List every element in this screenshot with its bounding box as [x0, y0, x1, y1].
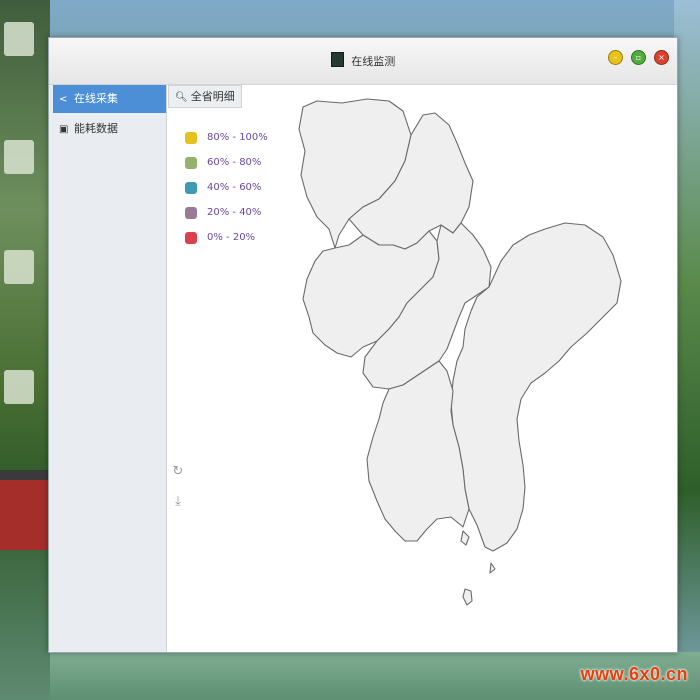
- legend-label: 40% - 60%: [207, 182, 262, 193]
- map-island: [460, 530, 470, 546]
- sidebar-item-energy-data[interactable]: ▣ 能耗数据: [53, 115, 166, 143]
- sidebar-item-label: 能耗数据: [74, 122, 118, 135]
- legend-label: 20% - 40%: [207, 207, 262, 218]
- title-bar[interactable]: 在线监测 – ▫ ×: [49, 38, 677, 85]
- maximize-button[interactable]: ▫: [630, 50, 646, 65]
- share-icon: <: [59, 94, 68, 105]
- watermark: www.6x0.cn: [580, 664, 688, 684]
- legend-swatch: [185, 232, 197, 244]
- map-island: [462, 588, 473, 606]
- legend-swatch: [185, 132, 197, 144]
- desktop-left-strip: [0, 0, 50, 700]
- legend-item[interactable]: 20% - 40%: [185, 207, 268, 232]
- main-panel: 🔍︎ 全省明细 80% - 100% 60% - 80% 40% - 60% 2…: [167, 85, 677, 652]
- sidebar-item-online-collection[interactable]: < 在线采集: [53, 85, 166, 113]
- sidebar: < 在线采集 ▣ 能耗数据: [49, 85, 167, 652]
- desktop-icon[interactable]: [4, 140, 34, 174]
- legend-swatch: [185, 207, 197, 219]
- desktop-icon[interactable]: [4, 250, 34, 284]
- desktop-wallpaper-pavilion: [0, 470, 48, 550]
- legend-item[interactable]: 80% - 100%: [185, 132, 268, 157]
- legend-item[interactable]: 0% - 20%: [185, 232, 268, 257]
- legend-item[interactable]: 60% - 80%: [185, 157, 268, 182]
- app-icon: [330, 52, 344, 67]
- refresh-icon[interactable]: ↻: [171, 465, 185, 479]
- download-icon[interactable]: ⤓: [171, 495, 185, 509]
- desktop-icon[interactable]: [4, 22, 34, 56]
- legend-label: 80% - 100%: [207, 132, 268, 143]
- map-legend: 80% - 100% 60% - 80% 40% - 60% 20% - 40%…: [185, 132, 268, 257]
- legend-label: 0% - 20%: [207, 232, 256, 243]
- window-title: 在线监测: [351, 55, 396, 68]
- legend-swatch: [185, 157, 197, 169]
- legend-label: 60% - 80%: [207, 157, 262, 168]
- legend-swatch: [185, 182, 197, 194]
- sidebar-item-label: 在线采集: [74, 92, 118, 105]
- lock-icon: ▣: [59, 124, 69, 135]
- desktop-icon[interactable]: [4, 370, 34, 404]
- minimize-button[interactable]: –: [607, 50, 623, 65]
- close-button[interactable]: ×: [654, 50, 669, 65]
- legend-item[interactable]: 40% - 60%: [185, 182, 268, 207]
- app-window: 在线监测 – ▫ × < 在线采集 ▣ 能耗数据 🔍︎ 全省明细 80% - 1…: [48, 37, 678, 653]
- map-island: [489, 562, 496, 574]
